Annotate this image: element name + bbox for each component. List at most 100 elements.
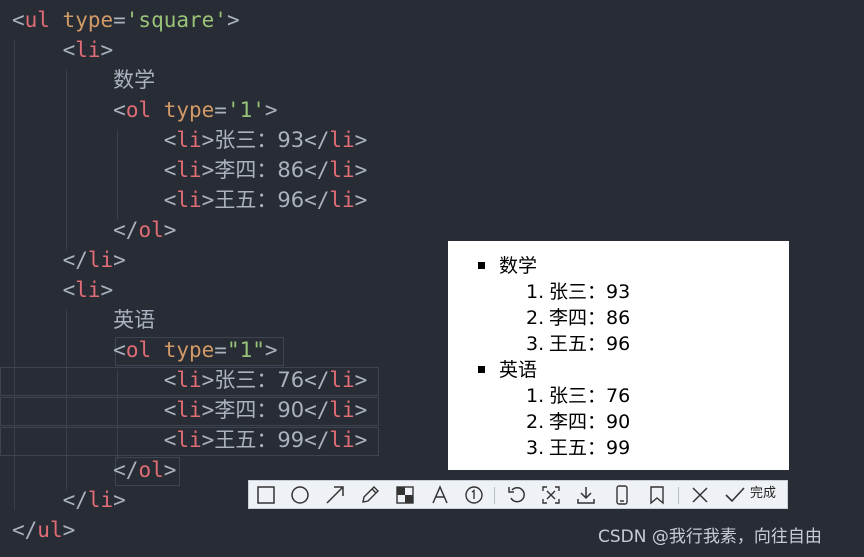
ocr-icon[interactable] bbox=[540, 485, 562, 505]
watermark: CSDN @我行我素，向往自由 bbox=[598, 527, 822, 547]
pencil-icon[interactable] bbox=[359, 485, 381, 505]
text-content: 王五：96 bbox=[214, 188, 305, 212]
equals-sign: = bbox=[214, 98, 227, 122]
number-icon[interactable] bbox=[463, 485, 485, 505]
attribute-name: type bbox=[62, 8, 114, 32]
angle-bracket: < bbox=[62, 38, 76, 62]
list-item-number: 1. bbox=[526, 385, 545, 407]
list-item-number: 2. bbox=[526, 411, 545, 433]
toolbar-divider bbox=[678, 487, 679, 504]
code-line[interactable]: <li>张三：93</li> bbox=[12, 125, 368, 155]
angle-bracket: > bbox=[62, 518, 76, 542]
tag-name: ol bbox=[125, 98, 152, 122]
phone-icon[interactable] bbox=[611, 485, 633, 505]
list-item-number: 3. bbox=[526, 333, 545, 355]
angle-bracket: < bbox=[113, 338, 126, 362]
list-item-title: 英语 bbox=[499, 359, 538, 381]
angle-bracket: < bbox=[12, 8, 25, 32]
tag-name: li bbox=[87, 248, 114, 272]
code-line[interactable]: 数学 bbox=[12, 65, 155, 95]
rectangle-icon[interactable] bbox=[255, 485, 277, 505]
code-line[interactable]: <li> bbox=[12, 35, 114, 65]
angle-bracket: < bbox=[62, 278, 76, 302]
angle-bracket: > bbox=[113, 488, 126, 512]
square-bullet bbox=[478, 366, 485, 373]
code-line[interactable]: </ol> bbox=[12, 455, 176, 485]
angle-bracket: > bbox=[354, 128, 368, 152]
angle-bracket: > bbox=[163, 458, 177, 482]
angle-bracket: </ bbox=[304, 188, 330, 212]
angle-bracket: > bbox=[113, 248, 126, 272]
code-line[interactable]: <ol type="1"> bbox=[12, 335, 278, 365]
check-icon[interactable] bbox=[724, 485, 746, 505]
text-icon[interactable] bbox=[429, 485, 451, 505]
code-line[interactable]: <li>李四：90</li> bbox=[12, 395, 368, 425]
angle-bracket: > bbox=[201, 128, 215, 152]
text-content: 李四：90 bbox=[214, 398, 305, 422]
equals-sign: = bbox=[113, 8, 126, 32]
arrow-icon[interactable] bbox=[324, 485, 346, 505]
mosaic-icon[interactable] bbox=[394, 485, 416, 505]
done-button[interactable]: 完成 bbox=[750, 484, 776, 504]
angle-bracket: > bbox=[201, 188, 215, 212]
code-line[interactable]: </ol> bbox=[12, 215, 176, 245]
list-item-number: 2. bbox=[526, 307, 545, 329]
tag-name: li bbox=[176, 428, 202, 452]
code-line[interactable]: <li>张三：76</li> bbox=[12, 365, 368, 395]
list-item-number: 3. bbox=[526, 437, 545, 459]
text-content: 张三：76 bbox=[214, 368, 305, 392]
tag-name: ol bbox=[138, 218, 164, 242]
angle-bracket: > bbox=[354, 368, 368, 392]
angle-bracket: </ bbox=[62, 488, 88, 512]
code-line[interactable]: </li> bbox=[12, 485, 126, 515]
angle-bracket: < bbox=[163, 128, 177, 152]
angle-bracket: </ bbox=[12, 518, 38, 542]
code-line[interactable]: </ul> bbox=[12, 515, 75, 545]
code-line[interactable]: <ul type='square'> bbox=[12, 5, 240, 35]
screenshot-toolbar bbox=[248, 480, 788, 509]
code-line[interactable]: <li> bbox=[12, 275, 114, 305]
tag-name: li bbox=[87, 488, 114, 512]
angle-bracket: > bbox=[201, 368, 215, 392]
tag-name: li bbox=[329, 158, 355, 182]
cancel-icon[interactable] bbox=[689, 485, 711, 505]
list-item: 张三：76 bbox=[549, 385, 631, 407]
code-line[interactable]: <li>李四：86</li> bbox=[12, 155, 368, 185]
angle-bracket: > bbox=[100, 278, 114, 302]
list-item: 张三：93 bbox=[549, 281, 631, 303]
list-item-title: 数学 bbox=[499, 255, 538, 277]
angle-bracket: > bbox=[163, 218, 177, 242]
tag-name: li bbox=[176, 158, 202, 182]
code-line[interactable]: <ol type='1'> bbox=[12, 95, 277, 125]
code-line[interactable]: <li>王五：99</li> bbox=[12, 425, 368, 455]
code-line[interactable]: <li>王五：96</li> bbox=[12, 185, 368, 215]
angle-bracket: < bbox=[163, 428, 177, 452]
angle-bracket: > bbox=[264, 338, 278, 362]
angle-bracket: < bbox=[163, 188, 177, 212]
attribute-name: type bbox=[163, 98, 215, 122]
attribute-value: "1" bbox=[226, 338, 265, 362]
angle-bracket: </ bbox=[304, 368, 330, 392]
undo-icon[interactable] bbox=[506, 485, 528, 505]
angle-bracket: </ bbox=[304, 428, 330, 452]
download-icon[interactable] bbox=[575, 485, 597, 505]
angle-bracket: > bbox=[354, 428, 368, 452]
square-bullet bbox=[478, 262, 485, 269]
code-line[interactable]: </li> bbox=[12, 245, 126, 275]
pin-icon[interactable] bbox=[646, 485, 668, 505]
attribute-name: type bbox=[163, 338, 215, 362]
tag-name: li bbox=[176, 188, 202, 212]
angle-bracket: < bbox=[163, 368, 177, 392]
code-line[interactable]: 英语 bbox=[12, 305, 155, 335]
ellipse-icon[interactable] bbox=[289, 485, 311, 505]
